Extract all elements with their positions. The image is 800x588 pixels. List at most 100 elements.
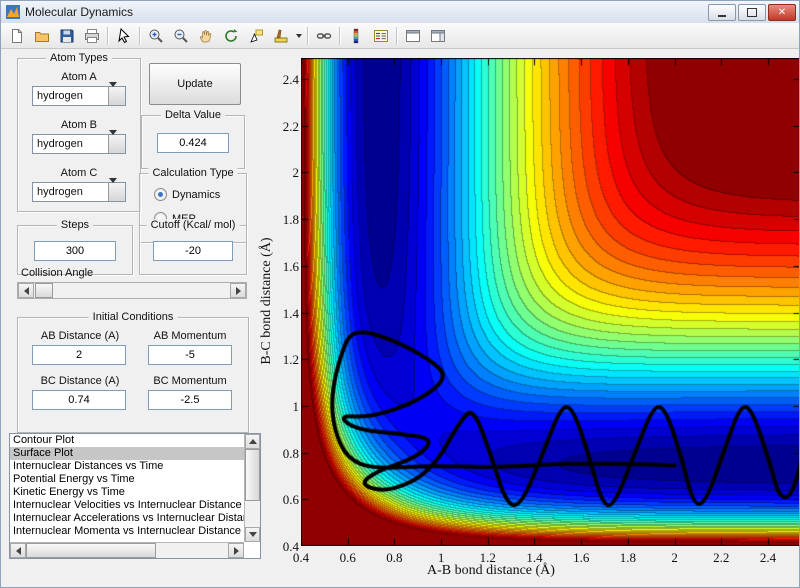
brush-dropdown-button[interactable]	[293, 25, 304, 47]
title-bar[interactable]: Molecular Dynamics ✕	[1, 1, 799, 24]
scroll-left-button[interactable]	[10, 543, 26, 558]
y-tick-label: 0.6	[271, 492, 299, 508]
listbox-vertical-scrollbar[interactable]	[244, 434, 260, 542]
list-item[interactable]: Internuclear Distances vs Time	[10, 460, 244, 473]
hide-plot-tools-button[interactable]	[400, 24, 425, 48]
toolbar-separator	[396, 27, 397, 45]
steps-input[interactable]	[34, 241, 116, 261]
pan-button[interactable]	[193, 24, 218, 48]
print-figure-button[interactable]	[79, 24, 104, 48]
data-cursor-button[interactable]	[243, 24, 268, 48]
list-item[interactable]: Contour Plot	[10, 434, 244, 447]
listbox-horizontal-scrollbar[interactable]	[10, 542, 244, 558]
plot-type-list: Contour PlotSurface PlotInternuclear Dis…	[10, 434, 244, 542]
brush-icon	[273, 28, 289, 44]
bc-distance-label: BC Distance (A)	[26, 375, 134, 387]
update-button[interactable]: Update	[149, 63, 241, 105]
arrow-down-icon	[249, 532, 257, 537]
pes-contour-plot[interactable]	[301, 58, 800, 546]
radio-dynamics[interactable]: Dynamics	[154, 188, 220, 201]
open-file-button[interactable]	[29, 24, 54, 48]
x-tick-label: 0.6	[331, 550, 365, 566]
dropdown-arrow-button[interactable]	[108, 183, 125, 201]
scroll-up-button[interactable]	[245, 434, 260, 449]
edit-plot-icon	[116, 28, 132, 44]
initial-conditions-title: Initial Conditions	[89, 311, 178, 323]
y-tick-label: 0.4	[271, 539, 299, 555]
save-figure-icon	[59, 28, 75, 44]
list-item[interactable]: Internuclear Momenta vs Internuclear Dis…	[10, 525, 244, 538]
x-tick-label: 1.6	[564, 550, 598, 566]
scroll-right-button[interactable]	[228, 543, 244, 558]
slider-left-button[interactable]	[18, 283, 34, 298]
chevron-down-icon	[296, 34, 302, 38]
zoom-out-icon	[173, 28, 189, 44]
x-tick-label: 1.4	[518, 550, 552, 566]
bc-distance-input[interactable]	[32, 390, 126, 410]
delta-value-input[interactable]	[157, 133, 229, 153]
minimize-button[interactable]	[708, 4, 736, 21]
brush-button[interactable]	[268, 24, 293, 48]
ab-momentum-input[interactable]	[148, 345, 232, 365]
list-item[interactable]: Internuclear Accelerations vs Internucle…	[10, 512, 244, 525]
x-tick-label: 2.2	[704, 550, 738, 566]
y-tick-label: 0.8	[271, 446, 299, 462]
list-item[interactable]: Surface Plot	[10, 447, 244, 460]
x-tick-label: 0.8	[377, 550, 411, 566]
print-figure-icon	[84, 28, 100, 44]
y-tick-label: 1.6	[271, 259, 299, 275]
dropdown-arrow-button[interactable]	[108, 87, 125, 105]
list-item[interactable]: Kinetic Energy vs Time	[10, 486, 244, 499]
maximize-button[interactable]	[738, 4, 766, 21]
show-plot-tools-button[interactable]	[425, 24, 450, 48]
scroll-down-button[interactable]	[245, 527, 260, 542]
radio-dynamics-label: Dynamics	[172, 189, 220, 201]
steps-title: Steps	[57, 219, 93, 231]
cutoff-panel: Cutoff (Kcal/ mol)	[139, 225, 247, 275]
arrow-left-icon	[24, 287, 29, 295]
y-tick-label: 1	[271, 399, 299, 415]
atom-b-dropdown[interactable]: hydrogen	[32, 134, 126, 154]
collision-angle-slider[interactable]	[17, 282, 247, 299]
bc-momentum-label: BC Momentum	[140, 375, 240, 387]
rotate-3d-icon	[223, 28, 239, 44]
pan-hand-icon	[198, 28, 214, 44]
link-plots-button[interactable]	[311, 24, 336, 48]
rotate-3d-button[interactable]	[218, 24, 243, 48]
bc-momentum-input[interactable]	[148, 390, 232, 410]
slider-right-button[interactable]	[230, 283, 246, 298]
x-tick-label: 1.2	[471, 550, 505, 566]
vertical-scroll-thumb[interactable]	[245, 449, 260, 501]
y-tick-label: 1.2	[271, 352, 299, 368]
zoom-in-button[interactable]	[143, 24, 168, 48]
plot-type-listbox[interactable]: Contour PlotSurface PlotInternuclear Dis…	[9, 433, 261, 559]
save-figure-button[interactable]	[54, 24, 79, 48]
chevron-down-icon	[109, 130, 117, 152]
horizontal-scroll-thumb[interactable]	[26, 543, 156, 558]
insert-colorbar-button[interactable]	[343, 24, 368, 48]
arrow-up-icon	[249, 439, 257, 444]
insert-legend-button[interactable]	[368, 24, 393, 48]
close-icon: ✕	[778, 8, 786, 18]
zoom-out-button[interactable]	[168, 24, 193, 48]
cutoff-input[interactable]	[153, 241, 233, 261]
atom-a-label: Atom A	[18, 71, 140, 83]
minimize-icon	[718, 15, 726, 17]
link-plots-icon	[316, 28, 332, 44]
chevron-down-icon	[109, 82, 117, 104]
x-tick-label: 2.4	[751, 550, 785, 566]
list-item[interactable]: Potential Energy vs Time	[10, 473, 244, 486]
atom-a-dropdown[interactable]: hydrogen	[32, 86, 126, 106]
edit-plot-button[interactable]	[111, 24, 136, 48]
y-axis-label: B-C bond distance (Å)	[259, 237, 275, 364]
insert-colorbar-icon	[348, 28, 364, 44]
y-tick-label: 1.4	[271, 306, 299, 322]
list-item[interactable]: Internuclear Velocities vs Internuclear …	[10, 499, 244, 512]
collision-angle-label: Collision Angle	[21, 267, 93, 279]
ab-distance-input[interactable]	[32, 345, 126, 365]
dropdown-arrow-button[interactable]	[108, 135, 125, 153]
atom-c-dropdown[interactable]: hydrogen	[32, 182, 126, 202]
close-button[interactable]: ✕	[768, 4, 796, 21]
slider-thumb[interactable]	[35, 283, 53, 298]
new-figure-button[interactable]	[4, 24, 29, 48]
